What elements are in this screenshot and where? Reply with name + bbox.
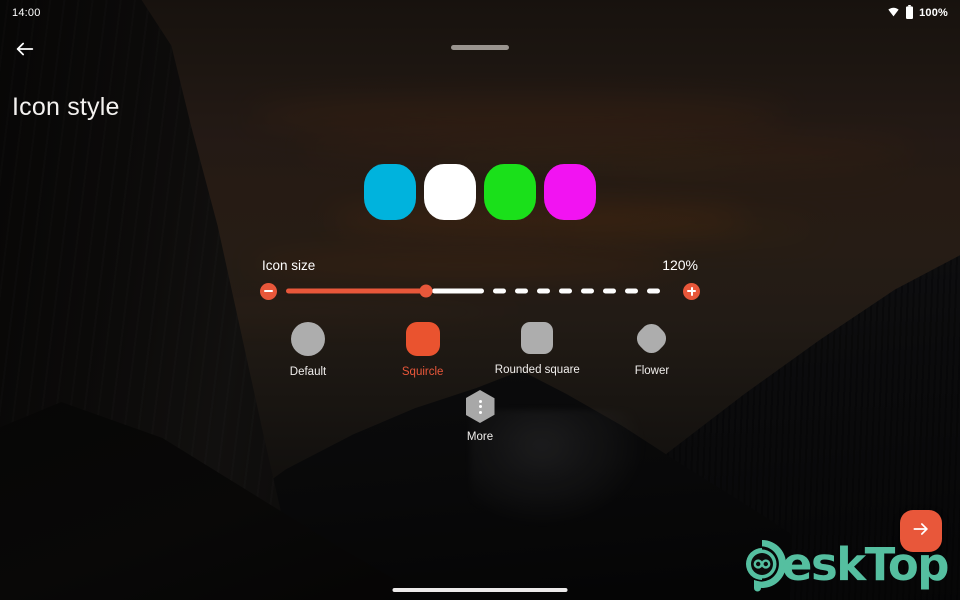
arrow-left-icon [14,38,36,65]
status-bar-indicators: 100% [887,4,948,22]
drag-handle[interactable] [451,45,509,50]
color-swatch-white[interactable] [424,164,476,220]
shape-option-default[interactable]: Default [262,322,354,378]
plus-circle-icon[interactable] [683,282,700,300]
wifi-icon [887,5,900,21]
icon-color-preview-row [364,164,596,220]
more-label: More [466,431,494,443]
overflow-dots-icon [465,390,495,423]
slider-segment [514,288,528,294]
flower-shape-icon [632,319,672,358]
home-indicator[interactable] [392,588,568,592]
battery-percent-label: 100% [919,7,948,19]
icon-size-value: 120% [662,257,698,273]
shape-option-label: Squircle [401,366,444,378]
icon-size-label: Icon size [262,258,316,273]
minus-circle-icon[interactable] [260,282,277,300]
slider-segment [536,288,550,294]
shape-option-label: Flower [634,365,670,377]
circle-shape-icon [291,322,325,356]
shape-option-flower[interactable]: Flower [606,319,698,378]
arrow-right-icon [911,519,931,544]
shape-option-more[interactable]: More [434,390,526,443]
slider-remaining-track [431,288,675,294]
slider-segment [431,288,484,294]
status-bar: 14:00 100% [0,0,960,26]
color-swatch-magenta[interactable] [544,164,596,220]
more-shapes-row: More [262,390,698,443]
slider-segment [558,288,572,294]
shape-option-squircle[interactable]: Squircle [377,322,469,378]
slider-thumb[interactable] [419,284,433,298]
rounded-square-shape-icon [521,322,554,354]
status-bar-clock: 14:00 [12,7,41,19]
color-swatch-green[interactable] [484,164,536,220]
slider-track[interactable] [286,282,674,300]
battery-full-icon [905,4,914,22]
slider-segment [580,288,594,294]
back-button[interactable] [10,36,40,66]
slider-segment [602,288,616,294]
page-title: Icon style [12,93,120,121]
squircle-shape-icon [405,322,440,356]
slider-segment [624,288,638,294]
shape-option-rounded-square[interactable]: Rounded square [491,322,583,378]
icon-size-header: Icon size 120% [262,257,698,273]
icon-shape-options: Default Squircle Rounded square Flower [262,319,698,378]
shape-option-label: Rounded square [494,364,580,376]
icon-size-slider[interactable] [260,281,700,301]
android-tablet-screen: 14:00 100% Icon style Icon size 120% Def… [0,0,960,600]
slider-segment [646,288,660,294]
slider-segment [492,288,506,294]
next-fab-button[interactable] [900,510,942,552]
shape-option-label: Default [289,366,327,378]
slider-filled-track [286,288,426,294]
color-swatch-cyan[interactable] [364,164,416,220]
